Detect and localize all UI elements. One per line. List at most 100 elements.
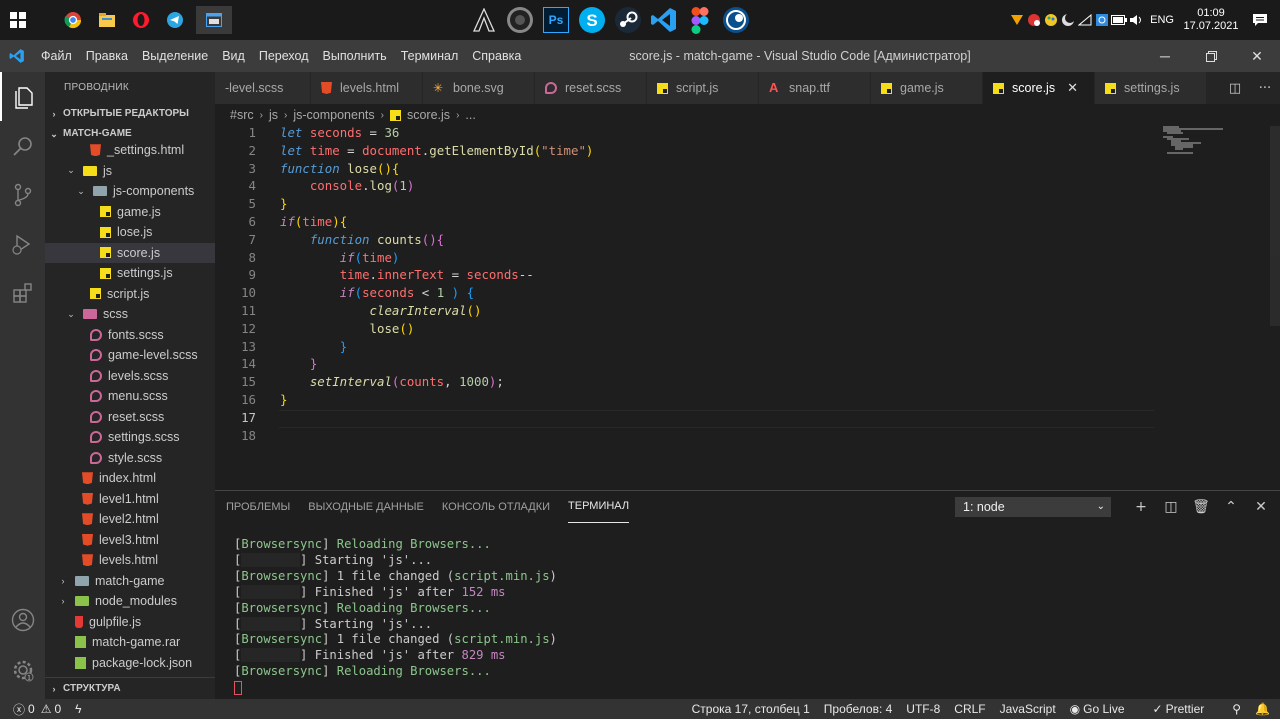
more-actions-icon[interactable]: ··· xyxy=(1250,81,1280,96)
breadcrumb-item[interactable]: score.js xyxy=(407,108,450,122)
editor-tab[interactable]: -level.scss xyxy=(215,72,311,104)
source-control-activity-icon[interactable] xyxy=(0,170,45,219)
volume-tray-icon[interactable] xyxy=(1127,0,1144,40)
structure-section[interactable]: › СТРУКТУРА xyxy=(45,677,215,699)
start-button[interactable] xyxy=(0,0,36,40)
breadcrumb-item[interactable]: js-components xyxy=(293,108,374,122)
editor-tab[interactable]: score.js ✕ xyxy=(983,72,1095,104)
tree-item[interactable]: levels.html xyxy=(45,550,215,571)
minimize-button[interactable]: ─ xyxy=(1142,40,1188,72)
breadcrumb-item[interactable]: ... xyxy=(465,108,475,122)
manage-gear-icon[interactable]: 1 xyxy=(0,658,45,682)
prettier-button[interactable]: ✓ Prettier xyxy=(1153,702,1219,716)
tree-item[interactable]: gulpfile.js xyxy=(45,612,215,633)
tree-item[interactable]: ⌄ js xyxy=(45,161,215,182)
speaker-app-icon[interactable] xyxy=(502,0,538,40)
skype-icon[interactable]: S xyxy=(574,0,610,40)
bell-icon[interactable]: 🔔 xyxy=(1255,702,1270,716)
tree-item[interactable]: match-game.rar xyxy=(45,632,215,653)
menu-item[interactable]: Переход xyxy=(252,40,316,72)
editor-tab[interactable]: settings.js xyxy=(1095,72,1207,104)
line-ending[interactable]: CRLF xyxy=(954,702,985,716)
palette-tray-icon[interactable] xyxy=(1042,0,1059,40)
breadcrumb-item[interactable]: js xyxy=(269,108,278,122)
terminal-select[interactable]: 1: node ⌄ xyxy=(955,497,1111,517)
close-panel-icon[interactable]: ✕ xyxy=(1246,499,1276,515)
terminal-output[interactable]: [Browsersync] Reloading Browsers...[ ] S… xyxy=(234,537,557,696)
tree-item[interactable]: level1.html xyxy=(45,489,215,510)
explorer-activity-icon[interactable] xyxy=(0,72,45,121)
editor-tab[interactable]: reset.scss xyxy=(535,72,647,104)
notification-icon[interactable] xyxy=(1240,0,1280,40)
clock[interactable]: 01:09 17.07.2021 xyxy=(1182,7,1240,33)
tree-item[interactable]: settings.js xyxy=(45,263,215,284)
tree-item[interactable]: ⌄ scss xyxy=(45,304,215,325)
chrome-icon[interactable] xyxy=(56,0,90,40)
code-editor[interactable]: 1 let seconds = 36 2 let time = document.g… xyxy=(215,125,1280,490)
tree-item[interactable]: style.scss xyxy=(45,448,215,469)
minimap[interactable] xyxy=(1163,126,1267,156)
maximize-button[interactable] xyxy=(1188,40,1234,72)
panel-tab[interactable]: ТЕРМИНАЛ xyxy=(568,491,630,523)
tree-item[interactable]: ⌄ js-components xyxy=(45,181,215,202)
split-editor-icon[interactable]: ◫ xyxy=(1220,81,1250,96)
menu-item[interactable]: Правка xyxy=(79,40,135,72)
editor-tab[interactable]: levels.html xyxy=(311,72,423,104)
tree-item[interactable]: score.js xyxy=(45,242,215,263)
menu-item[interactable]: Выделение xyxy=(135,40,215,72)
tree-item[interactable]: levels.scss xyxy=(45,366,215,387)
editor-tab[interactable]: script.js xyxy=(647,72,759,104)
update-tray-icon[interactable] xyxy=(1093,0,1110,40)
menu-item[interactable]: Файл xyxy=(34,40,79,72)
assassins-creed-icon[interactable] xyxy=(466,0,502,40)
tree-item[interactable]: package-lock.json xyxy=(45,653,215,674)
opera-icon[interactable] xyxy=(124,0,158,40)
menu-item[interactable]: Терминал xyxy=(394,40,466,72)
trash-icon[interactable]: 🗑 xyxy=(1186,499,1216,515)
window-app-icon[interactable] xyxy=(196,6,232,34)
lightning-icon[interactable]: ϟ xyxy=(75,702,81,716)
explorer-icon[interactable] xyxy=(90,0,124,40)
maximize-panel-icon[interactable]: ⌃ xyxy=(1216,499,1246,515)
go-live-button[interactable]: ◉ Go Live xyxy=(1070,702,1139,716)
menu-item[interactable]: Выполнить xyxy=(316,40,394,72)
tree-item[interactable]: game.js xyxy=(45,202,215,223)
menu-item[interactable]: Вид xyxy=(215,40,252,72)
tree-item[interactable]: level2.html xyxy=(45,509,215,530)
network-tray-icon[interactable] xyxy=(1076,0,1093,40)
editor-tab[interactable]: Asnap.ttf xyxy=(759,72,871,104)
tree-item[interactable]: fonts.scss xyxy=(45,325,215,346)
telegram-icon[interactable] xyxy=(158,0,192,40)
warning-tray-icon[interactable] xyxy=(1008,0,1025,40)
battery-tray-icon[interactable] xyxy=(1110,0,1127,40)
menu-item[interactable]: Справка xyxy=(465,40,528,72)
indentation[interactable]: Пробелов: 4 xyxy=(824,702,893,716)
tree-item[interactable]: menu.scss xyxy=(45,386,215,407)
tree-item[interactable]: _settings.html xyxy=(45,140,215,161)
encoding[interactable]: UTF-8 xyxy=(906,702,940,716)
panel-tab[interactable]: ПРОБЛЕМЫ xyxy=(226,491,290,523)
cinema4d-icon[interactable] xyxy=(718,0,754,40)
terminal-prompt-line[interactable] xyxy=(234,680,557,696)
editor-tab[interactable]: game.js xyxy=(871,72,983,104)
app-tray-icon[interactable] xyxy=(1025,0,1042,40)
cursor-position[interactable]: Строка 17, столбец 1 xyxy=(692,702,810,716)
tree-item[interactable]: › match-game xyxy=(45,571,215,592)
close-tab-icon[interactable]: ✕ xyxy=(1067,80,1078,96)
extensions-activity-icon[interactable] xyxy=(0,268,45,317)
photoshop-icon[interactable]: Ps xyxy=(538,0,574,40)
tree-item[interactable]: › node_modules xyxy=(45,591,215,612)
language-mode[interactable]: JavaScript xyxy=(1000,702,1056,716)
tree-item[interactable]: lose.js xyxy=(45,222,215,243)
figma-icon[interactable] xyxy=(682,0,718,40)
panel-tab[interactable]: КОНСОЛЬ ОТЛАДКИ xyxy=(442,491,550,523)
tree-item[interactable]: reset.scss xyxy=(45,407,215,428)
tree-item[interactable]: index.html xyxy=(45,468,215,489)
tree-item[interactable]: game-level.scss xyxy=(45,345,215,366)
tree-item[interactable]: script.js xyxy=(45,284,215,305)
tree-item[interactable]: level3.html xyxy=(45,530,215,551)
breadcrumb-item[interactable]: #src xyxy=(230,108,254,122)
accounts-activity-icon[interactable] xyxy=(0,608,45,632)
vscode-icon[interactable] xyxy=(646,0,682,40)
moon-tray-icon[interactable] xyxy=(1059,0,1076,40)
